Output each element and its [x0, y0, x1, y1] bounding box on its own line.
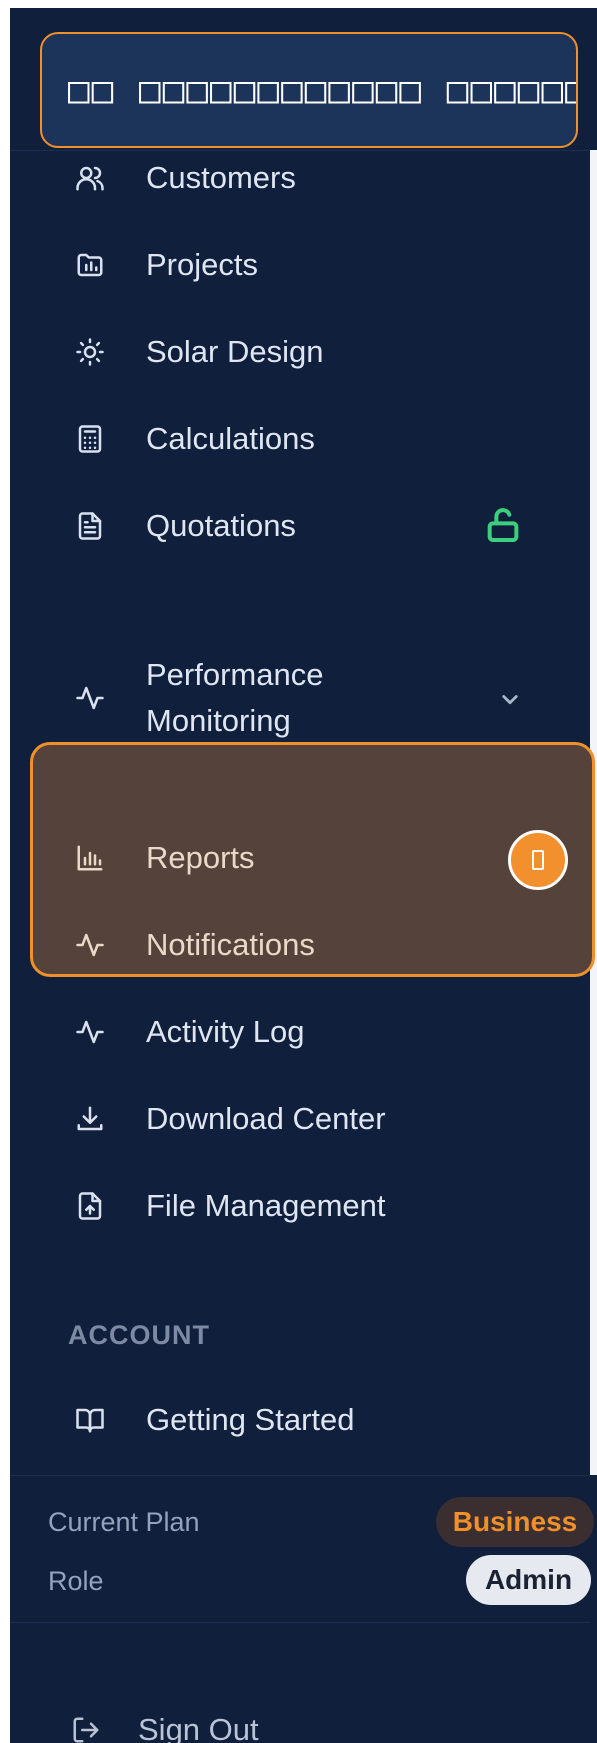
- nav-item-file-management[interactable]: File Management: [70, 1176, 570, 1236]
- sign-out-icon: [66, 1710, 106, 1743]
- file-upload-icon: [70, 1186, 110, 1226]
- nav-item-getting-started[interactable]: Getting Started: [70, 1390, 570, 1450]
- calculator-icon: [70, 419, 110, 459]
- activity-icon: [70, 678, 110, 718]
- nav-item-projects[interactable]: Projects: [70, 235, 570, 295]
- nav-item-label: Activity Log: [146, 1014, 305, 1049]
- nav-item-label: Calculations: [146, 421, 315, 456]
- role-badge: Admin: [466, 1555, 591, 1605]
- nav-item-label: Download Center: [146, 1101, 386, 1136]
- nav-item-customers[interactable]: Customers: [70, 148, 570, 208]
- nav-item-label: Customers: [146, 160, 296, 195]
- nav-item-reports[interactable]: Reports: [70, 828, 570, 888]
- nav-item-label: Getting Started: [146, 1402, 355, 1437]
- nav-item-label: File Management: [146, 1188, 386, 1223]
- sidebar: □□ □□□□□□□□□□□□ □□□□□□□□□ Customers Proj…: [0, 0, 597, 1743]
- activity-icon: [70, 1012, 110, 1052]
- nav-item-download-center[interactable]: Download Center: [70, 1089, 570, 1149]
- sun-icon: [70, 332, 110, 372]
- nav-item-activity-log[interactable]: Activity Log: [70, 1002, 570, 1062]
- nav-item-label: Performance Monitoring: [146, 657, 324, 738]
- sign-out-button[interactable]: Sign Out: [66, 1703, 259, 1743]
- nav-item-label: Notifications: [146, 927, 315, 962]
- nav-item-label: Solar Design: [146, 334, 324, 369]
- chevron-down-icon[interactable]: [495, 684, 525, 714]
- plan-badge: Business: [436, 1497, 594, 1547]
- nav-item-notifications[interactable]: Notifications: [70, 915, 570, 975]
- sidebar-header-highlight[interactable]: □□ □□□□□□□□□□□□ □□□□□□□□□: [40, 32, 578, 148]
- sign-out-label: Sign Out: [138, 1712, 259, 1743]
- nav-item-calculations[interactable]: Calculations: [70, 409, 570, 469]
- sidebar-title: □□ □□□□□□□□□□□□ □□□□□□□□□: [68, 70, 576, 111]
- activity-icon: [70, 925, 110, 965]
- folder-chart-icon: [70, 245, 110, 285]
- file-text-icon: [70, 506, 110, 546]
- notification-badge[interactable]: [508, 830, 568, 890]
- nav-item-label: Projects: [146, 247, 258, 282]
- book-open-icon: [70, 1400, 110, 1440]
- role-label: Role: [48, 1566, 104, 1596]
- left-edge: [0, 0, 10, 1743]
- section-heading-account: ACCOUNT: [68, 1320, 210, 1350]
- users-icon: [70, 158, 110, 198]
- badge-glyph-icon: [532, 850, 544, 870]
- nav-item-label: Reports: [146, 840, 255, 875]
- bar-chart-icon: [70, 838, 110, 878]
- nav-item-solar-design[interactable]: Solar Design: [70, 322, 570, 382]
- footer-divider: [10, 1475, 590, 1476]
- footer-divider: [10, 1622, 590, 1623]
- plan-label: Current Plan: [48, 1507, 200, 1537]
- nav-item-performance-monitoring[interactable]: Performance Monitoring: [70, 648, 570, 748]
- unlock-icon: [483, 505, 523, 545]
- top-edge: [0, 0, 597, 8]
- nav-item-label: Quotations: [146, 508, 296, 543]
- download-icon: [70, 1099, 110, 1139]
